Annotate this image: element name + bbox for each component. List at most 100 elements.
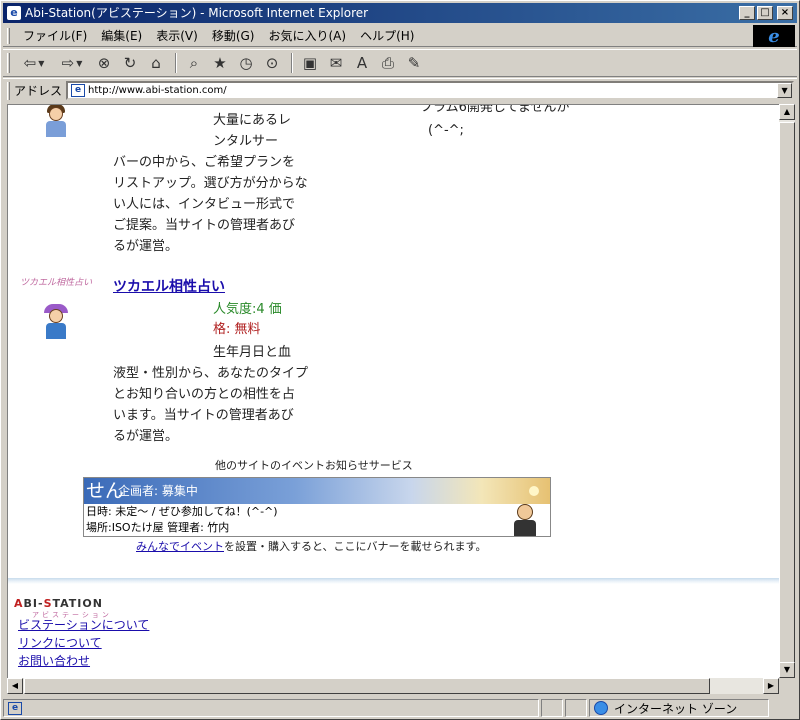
toolbar-separator <box>291 53 293 73</box>
security-zone-panel: インターネット ゾーン <box>589 699 769 717</box>
item2-title-link[interactable]: ツカエル相性占い <box>113 277 225 298</box>
scroll-right-button[interactable]: ▶ <box>763 678 779 694</box>
item2-line3: とお知り合いの方との相性を占 <box>113 387 295 402</box>
stop-icon: ⊗ <box>97 54 111 72</box>
menu-bar: ファイル(F) 編集(E) 表示(V) 移動(G) お気に入り(A) ヘルプ(H… <box>3 25 797 47</box>
maximize-button[interactable]: □ <box>757 6 773 20</box>
address-grip[interactable] <box>7 81 10 100</box>
scroll-up-button[interactable]: ▲ <box>779 104 795 120</box>
address-input[interactable] <box>88 83 793 98</box>
item1-line6: ご提案。当サイトの管理者あび <box>113 218 296 233</box>
forward-dropdown-icon: ▼ <box>76 58 83 68</box>
back-icon: ⇦ <box>23 54 37 72</box>
history-icon: ◷ <box>239 54 253 72</box>
banner-place: 場所:ISOたけ屋 管理者: 竹内 <box>86 521 230 534</box>
fullscreen-button[interactable]: ▣ <box>298 52 322 74</box>
scroll-down-button[interactable]: ▼ <box>779 662 795 678</box>
home-button[interactable]: ⌂ <box>144 52 168 74</box>
favorites-icon: ★ <box>213 54 227 72</box>
address-dropdown-button[interactable]: ▼ <box>777 83 793 98</box>
window-title: Abi-Station(アビステーション) - Microsoft Intern… <box>25 6 369 20</box>
toolbar-separator <box>175 53 177 73</box>
item2-line4: います。当サイトの管理者あび <box>113 408 294 423</box>
page-icon: e <box>71 84 86 97</box>
menu-favorites[interactable]: お気に入り(A) <box>261 26 353 46</box>
banner-date: 日時: 未定～ / ぜひ参加してね！(^-^) <box>86 505 278 518</box>
minnade-event-link[interactable]: みんなでイベント <box>136 540 224 553</box>
font-icon: A <box>356 54 368 72</box>
close-button[interactable]: × <box>777 6 793 20</box>
status-panel <box>565 699 587 717</box>
fullscreen-icon: ▣ <box>302 54 318 72</box>
browser-window: e Abi-Station(アビステーション) - Microsoft Inte… <box>0 0 800 720</box>
print-icon: ⎙ <box>381 54 394 72</box>
menu-file[interactable]: ファイル(F) <box>16 26 94 46</box>
mascot-avatar <box>40 105 72 141</box>
menu-edit[interactable]: 編集(E) <box>94 26 149 46</box>
vertical-scrollbar[interactable]: ▲ ▼ <box>779 104 795 678</box>
item1-line7: るが運営。 <box>113 239 179 254</box>
search-icon: ⌕ <box>189 54 199 72</box>
item1-line5: い人には、インタビュー形式で <box>113 197 296 212</box>
mail-button[interactable]: ✉ <box>324 52 348 74</box>
item1-line2: ンタルサー <box>213 134 279 149</box>
history-button[interactable]: ◷ <box>234 52 258 74</box>
title-bar: e Abi-Station(アビステーション) - Microsoft Inte… <box>3 3 797 23</box>
stop-button[interactable]: ⊗ <box>92 52 116 74</box>
address-label: アドレス <box>14 84 63 98</box>
status-bar: e インターネット ゾーン <box>3 698 797 718</box>
favorites-button[interactable]: ★ <box>208 52 232 74</box>
item2-line1: 生年月日と血 <box>213 345 292 360</box>
lamp-icon <box>529 486 539 496</box>
vertical-scroll-thumb[interactable] <box>779 122 795 666</box>
menu-help[interactable]: ヘルプ(H) <box>353 26 421 46</box>
footer-divider <box>8 578 779 584</box>
item2-price: 格: 無料 <box>213 322 261 337</box>
item2-line2: 液型・性別から、あなたのタイプ <box>113 366 309 381</box>
print-button[interactable]: ⎙ <box>376 52 400 74</box>
footer-link-contact[interactable]: お問い合わせ <box>18 652 90 670</box>
event-banner[interactable]: せん 企画者: 募集中 日時: 未定～ / ぜひ参加してね！(^-^) 場所:I… <box>83 477 551 537</box>
font-button[interactable]: A <box>350 52 374 74</box>
back-button[interactable]: ⇦ ▼ <box>16 52 52 74</box>
item1-line4: リストアップ。選び方が分からな <box>113 176 308 191</box>
globe-icon <box>594 701 608 715</box>
right-column-text: フラム6開発してませんが <box>420 104 570 115</box>
toolbar-grip[interactable] <box>7 53 10 73</box>
menu-grip[interactable] <box>7 27 10 44</box>
address-field[interactable]: e ▼ <box>66 81 795 100</box>
refresh-button[interactable]: ↻ <box>118 52 142 74</box>
address-bar: アドレス e ▼ <box>3 78 797 102</box>
item1-line3: バーの中から、ご希望プランを <box>113 155 296 170</box>
item1-line1: 大量にあるレ <box>213 113 292 128</box>
forward-icon: ⇨ <box>61 54 75 72</box>
channels-button[interactable]: ⊙ <box>260 52 284 74</box>
menu-go[interactable]: 移動(G) <box>205 26 262 46</box>
event-note-text: を設置・購入すると、ここにバナーを載せられます。 <box>224 540 487 553</box>
channels-icon: ⊙ <box>265 54 279 72</box>
edit-button[interactable]: ✎ <box>402 52 426 74</box>
event-heading: 他のサイトのイベントお知らせサービス <box>215 459 413 472</box>
refresh-icon: ↻ <box>123 54 137 72</box>
horizontal-scrollbar[interactable]: ◀ ▶ <box>7 678 779 694</box>
forward-button[interactable]: ⇨ ▼ <box>54 52 90 74</box>
menu-view[interactable]: 表示(V) <box>149 26 205 46</box>
horizontal-scroll-thumb[interactable] <box>24 678 710 694</box>
footer-link-about[interactable]: ビステーションについて <box>18 616 149 634</box>
event-note: みんなでイベントを設置・購入すると、ここにバナーを載せられます。 <box>136 539 486 555</box>
tsukaeru-logo[interactable]: ツカエル相性占い <box>20 275 92 288</box>
status-main-panel: e <box>3 699 539 717</box>
manager-avatar <box>512 502 538 536</box>
minimize-button[interactable]: _ <box>739 6 755 20</box>
page-viewport: フラム6開発してませんが (^-^; 大量にあるレ ンタルサー バーの中から、ご… <box>7 104 779 678</box>
search-button[interactable]: ⌕ <box>182 52 206 74</box>
status-panel <box>541 699 563 717</box>
scroll-left-button[interactable]: ◀ <box>7 678 23 694</box>
mail-icon: ✉ <box>329 54 343 72</box>
zone-label: インターネット ゾーン <box>614 701 738 716</box>
banner-organizer: 企画者: 募集中 <box>118 484 198 498</box>
back-dropdown-icon: ▼ <box>38 58 45 68</box>
footer-link-links[interactable]: リンクについて <box>18 634 102 652</box>
edit-icon: ✎ <box>407 54 421 72</box>
right-column-emoticon: (^-^; <box>428 123 464 138</box>
